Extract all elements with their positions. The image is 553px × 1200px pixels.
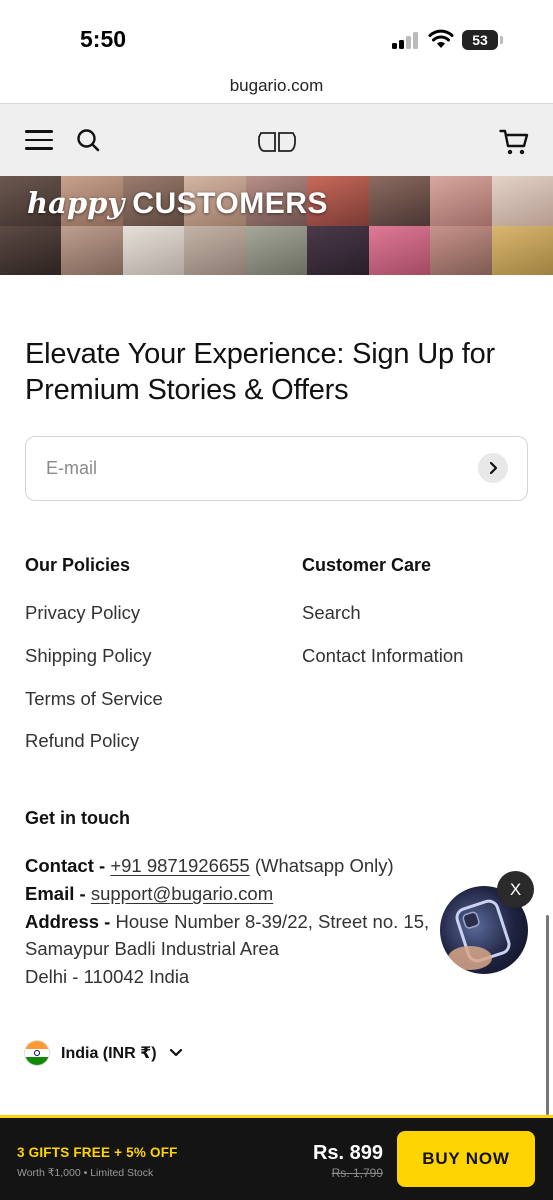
address-bar[interactable]: bugario.com: [0, 70, 553, 104]
arrow-right-icon: [489, 461, 498, 475]
status-bar: 5:50 53: [0, 0, 553, 70]
phone-note: (Whatsapp Only): [254, 855, 394, 876]
contact-line: Contact - +91 9871926655 (Whatsapp Only): [25, 855, 394, 877]
chevron-down-icon: [169, 1048, 182, 1057]
promo-subtitle: Worth ₹1,000 • Limited Stock: [17, 1167, 154, 1179]
phone-link[interactable]: +91 9871926655: [110, 855, 249, 876]
get-in-touch-heading: Get in touch: [25, 808, 130, 828]
email-submit-button[interactable]: [478, 453, 508, 483]
compare-price: Rs. 1,799: [331, 1166, 383, 1180]
search-link[interactable]: Search: [302, 602, 361, 624]
banner-heading: happy CUSTOMERS: [27, 186, 328, 221]
battery-icon: 53: [462, 30, 498, 50]
email-label: Email -: [25, 883, 86, 904]
country-selector[interactable]: India (INR ₹): [25, 1040, 183, 1066]
terms-of-service-link[interactable]: Terms of Service: [25, 688, 163, 710]
email-field[interactable]: [46, 437, 476, 499]
promo-title: 3 GIFTS FREE + 5% OFF: [17, 1145, 178, 1160]
country-label: India (INR ₹): [61, 1045, 157, 1062]
india-flag-icon: [25, 1041, 49, 1065]
customer-care-heading: Customer Care: [302, 555, 432, 575]
sticky-buy-bar: 3 GIFTS FREE + 5% OFF Worth ₹1,000 • Lim…: [0, 1115, 553, 1200]
address-label: Address -: [25, 911, 111, 932]
customers-banner: happy CUSTOMERS: [0, 176, 553, 275]
search-icon[interactable]: [76, 128, 100, 152]
privacy-policy-link[interactable]: Privacy Policy: [25, 602, 140, 624]
close-video-button[interactable]: X: [497, 871, 534, 908]
bugario-logo-icon[interactable]: [257, 130, 297, 154]
sale-price: Rs. 899: [312, 1142, 383, 1164]
banner-script-text: happy: [27, 186, 125, 220]
address-line: Address - House Number 8-39/22, Street n…: [25, 911, 429, 933]
battery-tip: [500, 36, 503, 44]
contact-information-link[interactable]: Contact Information: [302, 645, 463, 667]
cart-icon[interactable]: [499, 128, 529, 156]
email-link[interactable]: support@bugario.com: [91, 883, 273, 904]
scrollbar[interactable]: [546, 915, 549, 1115]
address-line-1: House Number 8-39/22, Street no. 15,: [115, 911, 430, 932]
buy-now-button[interactable]: BUY NOW: [397, 1131, 535, 1187]
banner-bold-text: CUSTOMERS: [132, 187, 328, 220]
newsletter-heading: Elevate Your Experience: Sign Up for Pre…: [25, 338, 495, 406]
contact-label: Contact -: [25, 855, 106, 876]
hamburger-icon[interactable]: [25, 130, 53, 150]
cellular-signal-icon: [392, 32, 420, 49]
newsletter-form: [25, 436, 528, 501]
email-line: Email - support@bugario.com: [25, 883, 273, 905]
status-time: 5:50: [80, 26, 127, 52]
shipping-policy-link[interactable]: Shipping Policy: [25, 645, 152, 667]
address-line-2: Samaypur Badli Industrial Area: [25, 938, 279, 959]
policies-heading: Our Policies: [25, 555, 131, 575]
wifi-icon: [428, 29, 454, 48]
address-line-3: Delhi - 110042 India: [25, 966, 190, 987]
site-header: [0, 104, 553, 176]
refund-policy-link[interactable]: Refund Policy: [25, 730, 139, 752]
